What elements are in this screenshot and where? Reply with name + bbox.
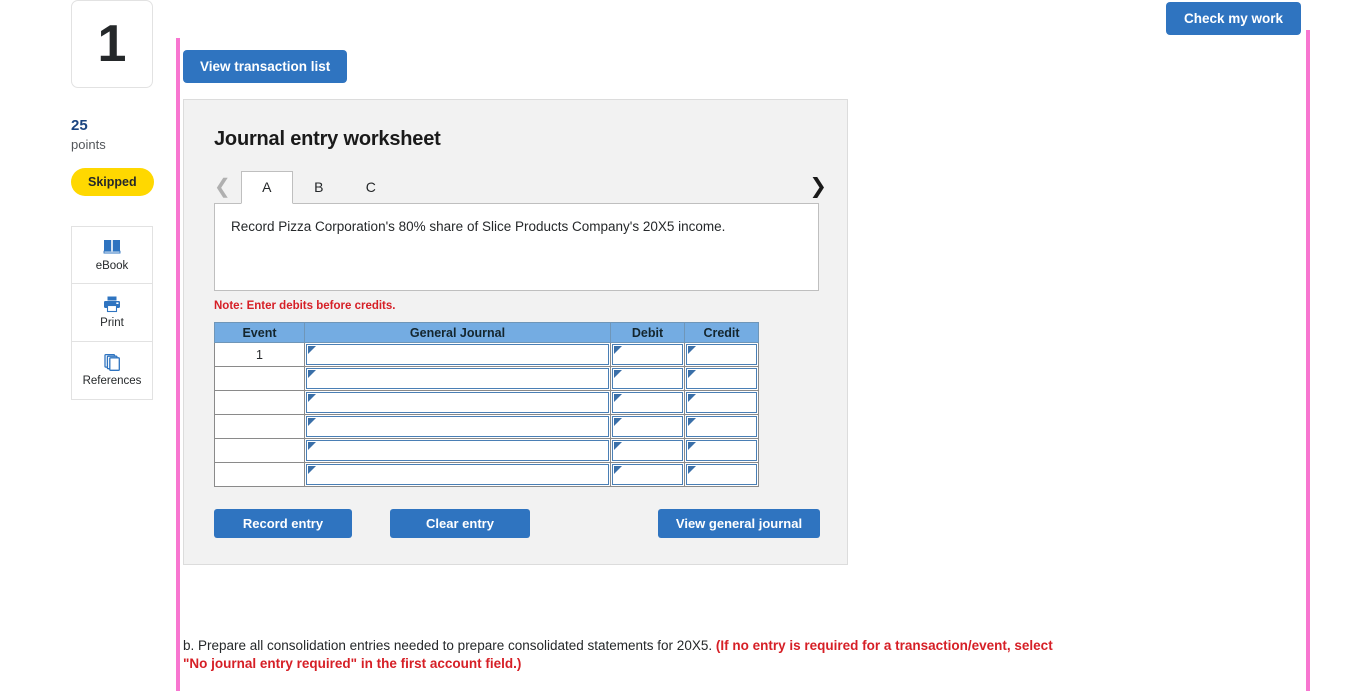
debit-input-1[interactable] bbox=[612, 344, 683, 365]
tab-c[interactable]: C bbox=[345, 171, 397, 203]
question-prompt: b. Prepare all consolidation entries nee… bbox=[183, 637, 1063, 673]
general-journal-cell[interactable] bbox=[304, 438, 611, 463]
tab-a-label: A bbox=[262, 179, 272, 195]
credit-cell[interactable] bbox=[684, 342, 759, 367]
debit-cell[interactable] bbox=[610, 366, 685, 391]
table-row: 1 bbox=[214, 342, 759, 367]
credit-cell[interactable] bbox=[684, 390, 759, 415]
debit-cell[interactable] bbox=[610, 438, 685, 463]
page-title: Journal entry worksheet bbox=[214, 128, 441, 150]
references-icon bbox=[102, 353, 122, 371]
clear-entry-button[interactable]: Clear entry bbox=[390, 509, 530, 538]
question-number-box: 1 bbox=[71, 0, 153, 88]
tab-a[interactable]: A bbox=[240, 171, 293, 204]
page-root: Check my work 1 25 points Skipped eBook bbox=[0, 0, 1359, 691]
table-row bbox=[214, 366, 759, 391]
column-header-credit: Credit bbox=[684, 322, 759, 343]
prompt-plain-text: b. Prepare all consolidation entries nee… bbox=[183, 638, 716, 653]
account-select-4[interactable] bbox=[306, 416, 609, 437]
credit-input-5[interactable] bbox=[686, 440, 757, 461]
event-cell bbox=[214, 414, 305, 439]
view-transaction-list-button[interactable]: View transaction list bbox=[183, 50, 348, 83]
ebook-icon bbox=[102, 238, 122, 256]
account-select-6[interactable] bbox=[306, 464, 609, 485]
debit-input-5[interactable] bbox=[612, 440, 683, 461]
printer-icon bbox=[102, 295, 122, 313]
question-boundary-right bbox=[1306, 30, 1310, 691]
ebook-button[interactable]: eBook bbox=[71, 225, 153, 284]
credit-input-2[interactable] bbox=[686, 368, 757, 389]
debit-cell[interactable] bbox=[610, 462, 685, 487]
status-badge: Skipped bbox=[71, 167, 154, 196]
journal-entry-worksheet-panel: Journal entry worksheet ❮ A B C ❯ Record… bbox=[183, 99, 848, 565]
debit-input-6[interactable] bbox=[612, 464, 683, 485]
credit-cell[interactable] bbox=[684, 414, 759, 439]
debit-cell[interactable] bbox=[610, 342, 685, 367]
account-select-3[interactable] bbox=[306, 392, 609, 413]
chevron-left-icon[interactable]: ❮ bbox=[214, 177, 241, 203]
event-cell bbox=[214, 462, 305, 487]
question-rail: 1 25 points Skipped eBook Print Referenc… bbox=[71, 0, 154, 400]
tool-stack: eBook Print References bbox=[71, 225, 153, 400]
chevron-right-icon[interactable]: ❯ bbox=[809, 176, 827, 197]
references-label: References bbox=[82, 375, 142, 387]
table-row bbox=[214, 462, 759, 487]
points-label: points bbox=[71, 136, 106, 152]
ebook-label: eBook bbox=[95, 259, 129, 272]
credit-cell[interactable] bbox=[684, 366, 759, 391]
general-journal-cell[interactable] bbox=[304, 414, 611, 439]
table-row bbox=[214, 414, 759, 439]
table-row bbox=[214, 390, 759, 415]
column-header-debit: Debit bbox=[610, 322, 685, 343]
general-journal-cell[interactable] bbox=[304, 462, 611, 487]
debit-input-2[interactable] bbox=[612, 368, 683, 389]
debits-before-credits-note: Note: Enter debits before credits. bbox=[214, 300, 396, 312]
tab-b[interactable]: B bbox=[293, 171, 345, 203]
question-boundary-left bbox=[176, 38, 180, 691]
references-button[interactable]: References bbox=[71, 341, 153, 400]
record-entry-button[interactable]: Record entry bbox=[214, 509, 352, 538]
print-button[interactable]: Print bbox=[71, 283, 153, 342]
column-header-general-journal: General Journal bbox=[304, 322, 611, 343]
event-cell bbox=[214, 438, 305, 463]
tab-c-label: C bbox=[365, 179, 376, 195]
main-column: View transaction list Journal entry work… bbox=[183, 0, 1303, 565]
debit-cell[interactable] bbox=[610, 414, 685, 439]
table-row bbox=[214, 438, 759, 463]
worksheet-tabs: ❮ A B C ❯ bbox=[214, 167, 827, 204]
credit-cell[interactable] bbox=[684, 462, 759, 487]
worksheet-actions: Record entry Clear entry View general jo… bbox=[214, 509, 820, 538]
account-select-2[interactable] bbox=[306, 368, 609, 389]
general-journal-cell[interactable] bbox=[304, 390, 611, 415]
credit-input-1[interactable] bbox=[686, 344, 757, 365]
account-select-1[interactable] bbox=[306, 344, 609, 365]
journal-entry-table: Event General Journal Debit Credit 1 bbox=[214, 322, 759, 487]
debit-cell[interactable] bbox=[610, 390, 685, 415]
credit-input-3[interactable] bbox=[686, 392, 757, 413]
general-journal-cell[interactable] bbox=[304, 342, 611, 367]
print-label: Print bbox=[100, 317, 124, 329]
transaction-description-box: Record Pizza Corporation's 80% share of … bbox=[214, 203, 819, 291]
points-value: 25 bbox=[71, 117, 88, 134]
column-header-event: Event bbox=[214, 322, 305, 343]
view-general-journal-button[interactable]: View general journal bbox=[658, 509, 820, 538]
question-number: 1 bbox=[97, 15, 127, 73]
event-cell: 1 bbox=[214, 342, 305, 367]
debit-input-3[interactable] bbox=[612, 392, 683, 413]
general-journal-cell[interactable] bbox=[304, 366, 611, 391]
credit-cell[interactable] bbox=[684, 438, 759, 463]
event-cell bbox=[214, 390, 305, 415]
credit-input-4[interactable] bbox=[686, 416, 757, 437]
account-select-5[interactable] bbox=[306, 440, 609, 461]
table-header-row: Event General Journal Debit Credit bbox=[214, 322, 759, 343]
tab-b-label: B bbox=[314, 179, 324, 195]
event-cell bbox=[214, 366, 305, 391]
credit-input-6[interactable] bbox=[686, 464, 757, 485]
transaction-description: Record Pizza Corporation's 80% share of … bbox=[231, 219, 726, 234]
debit-input-4[interactable] bbox=[612, 416, 683, 437]
